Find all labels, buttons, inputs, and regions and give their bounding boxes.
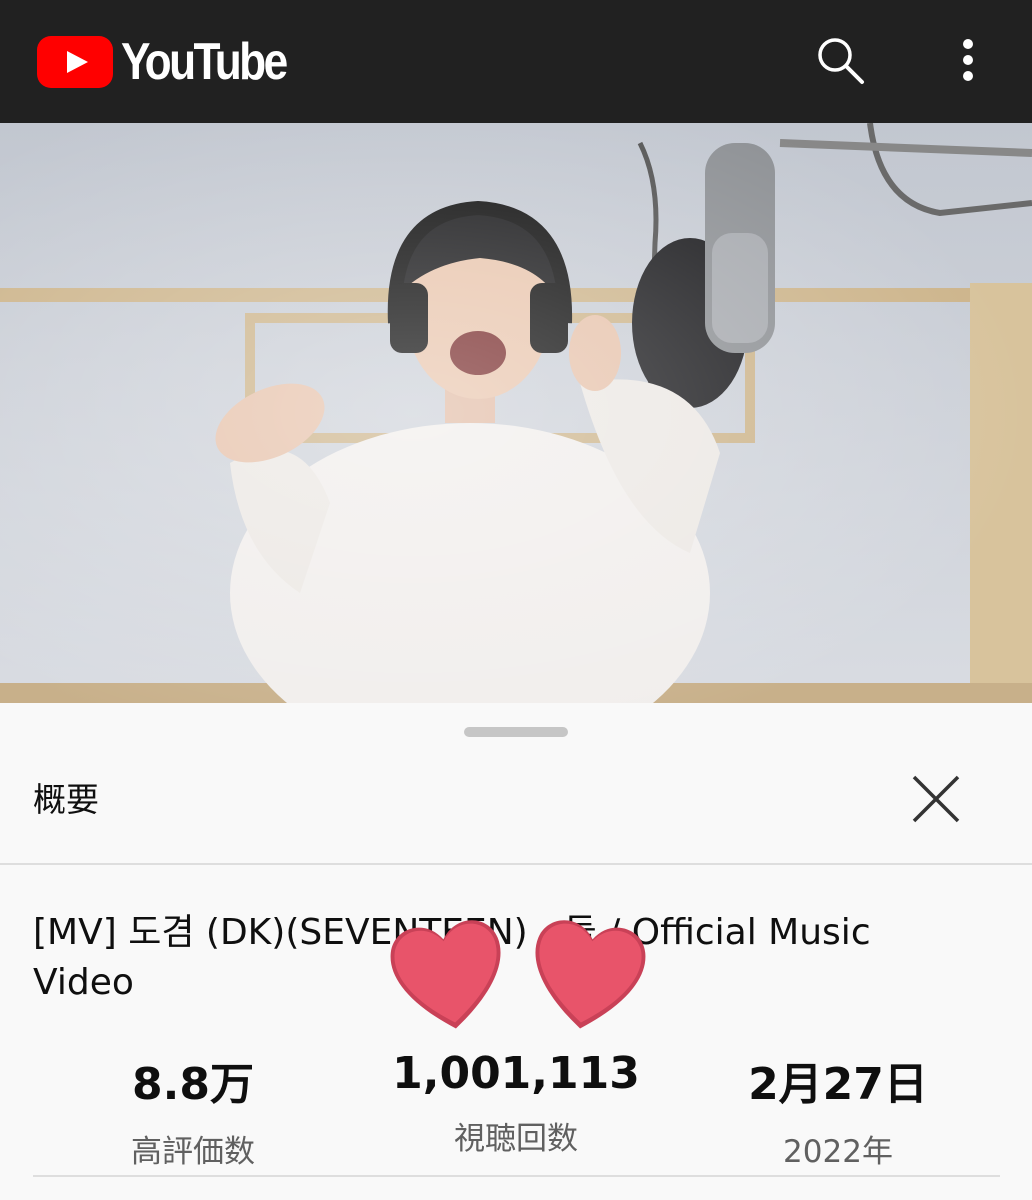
upload-date: 2月27日 — [748, 1059, 928, 1110]
likes-stat: 8.8万 高評価数 — [43, 1048, 343, 1171]
drag-handle[interactable] — [464, 727, 568, 737]
likes-count: 8.8万 — [132, 1059, 254, 1110]
date-stat: 2月27日 2022年 — [688, 1048, 988, 1171]
divider — [33, 1175, 1000, 1177]
video-frame-image — [0, 123, 1032, 703]
search-button[interactable] — [810, 30, 870, 90]
views-stat: 1,001,113 視聴回数 — [366, 1048, 666, 1158]
more-options-button[interactable] — [938, 30, 998, 90]
heart-icon — [390, 920, 501, 1029]
top-app-bar: YouTube — [0, 0, 1032, 123]
heart-icon — [535, 920, 646, 1029]
likes-label: 高評価数 — [131, 1134, 255, 1170]
close-button[interactable] — [902, 765, 970, 833]
divider — [0, 863, 1032, 865]
brand-name: YouTube — [121, 33, 288, 91]
youtube-logo[interactable]: YouTube — [37, 33, 315, 91]
views-count: 1,001,113 — [392, 1048, 640, 1099]
more-vert-icon — [963, 39, 973, 81]
heart-stickers — [390, 920, 646, 1029]
close-icon — [912, 775, 960, 823]
video-player[interactable] — [0, 123, 1032, 703]
sheet-title: 概要 — [33, 780, 99, 819]
upload-year: 2022年 — [783, 1134, 893, 1170]
views-label: 視聴回数 — [454, 1121, 578, 1157]
youtube-logo-icon — [37, 36, 113, 88]
search-icon — [818, 38, 864, 84]
